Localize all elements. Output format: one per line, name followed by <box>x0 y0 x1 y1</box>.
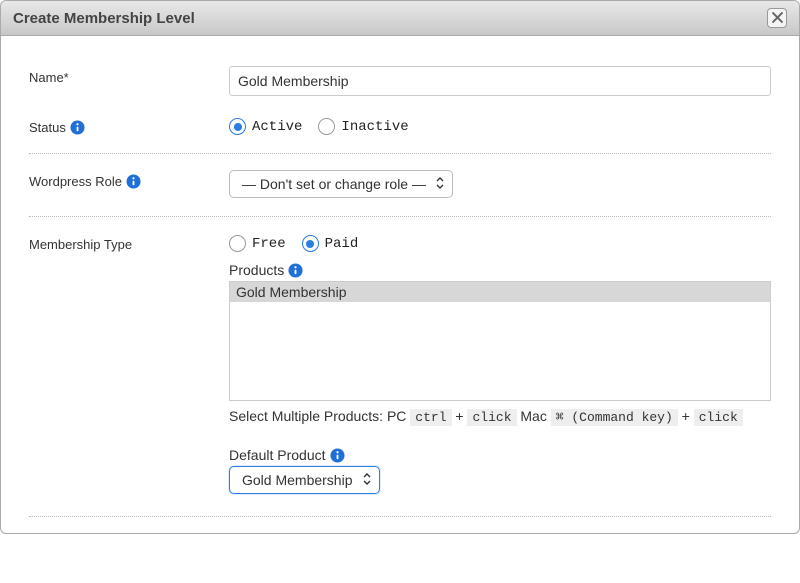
dialog: Create Membership Level Name* Status <box>0 0 800 534</box>
membership-type-free-label: Free <box>252 236 286 252</box>
default-product-selected: Gold Membership <box>242 472 353 488</box>
wordpress-role-selected: — Don't set or change role — <box>242 176 426 192</box>
label-products: Products <box>229 262 284 278</box>
info-icon[interactable] <box>126 174 141 189</box>
radio-icon <box>229 235 246 252</box>
name-input[interactable] <box>229 66 771 96</box>
info-icon[interactable] <box>288 263 303 278</box>
row-name: Name* <box>29 56 771 106</box>
products-multiselect[interactable]: Gold Membership <box>229 281 771 401</box>
hint-text: Select Multiple Products: PC <box>229 408 406 424</box>
status-radio-group: Active Inactive <box>229 116 771 135</box>
kbd-click: click <box>467 409 516 426</box>
hint-text: + <box>452 408 468 424</box>
status-inactive-radio[interactable]: Inactive <box>318 118 408 135</box>
hint-text: + <box>678 408 694 424</box>
kbd-click: click <box>694 409 743 426</box>
radio-icon <box>302 235 319 252</box>
info-icon[interactable] <box>330 448 345 463</box>
product-option[interactable]: Gold Membership <box>230 282 770 302</box>
chevron-updown-icon <box>436 176 444 192</box>
membership-type-radio-group: Free Paid <box>229 233 771 252</box>
status-active-label: Active <box>252 119 302 135</box>
radio-icon <box>318 118 335 135</box>
radio-icon <box>229 118 246 135</box>
status-active-radio[interactable]: Active <box>229 118 302 135</box>
kbd-ctrl: ctrl <box>410 409 451 426</box>
close-button[interactable] <box>767 8 787 28</box>
default-product-select[interactable]: Gold Membership <box>229 466 380 494</box>
label-default-product: Default Product <box>229 447 326 463</box>
close-icon <box>772 12 783 25</box>
multiselect-hint: Select Multiple Products: PC ctrl + clic… <box>229 405 771 429</box>
dialog-title: Create Membership Level <box>13 10 195 27</box>
row-membership-type: Membership Type Free Paid Products <box>29 223 771 517</box>
dialog-body: Name* Status Active <box>1 36 799 533</box>
label-wordpress-role: Wordpress Role <box>29 174 122 189</box>
hint-text: Mac <box>517 408 551 424</box>
membership-type-paid-label: Paid <box>325 236 359 252</box>
row-wordpress-role: Wordpress Role — Don't set or change rol… <box>29 160 771 217</box>
membership-type-paid-radio[interactable]: Paid <box>302 235 359 252</box>
dialog-header: Create Membership Level <box>1 1 799 36</box>
wordpress-role-select[interactable]: — Don't set or change role — <box>229 170 453 198</box>
chevron-updown-icon <box>363 472 371 488</box>
label-name: Name* <box>29 66 229 85</box>
kbd-cmd: ⌘ (Command key) <box>551 409 678 426</box>
row-status: Status Active Inactive <box>29 106 771 154</box>
info-icon[interactable] <box>70 120 85 135</box>
label-membership-type: Membership Type <box>29 237 132 252</box>
label-status: Status <box>29 120 66 135</box>
membership-type-free-radio[interactable]: Free <box>229 235 286 252</box>
status-inactive-label: Inactive <box>341 119 408 135</box>
